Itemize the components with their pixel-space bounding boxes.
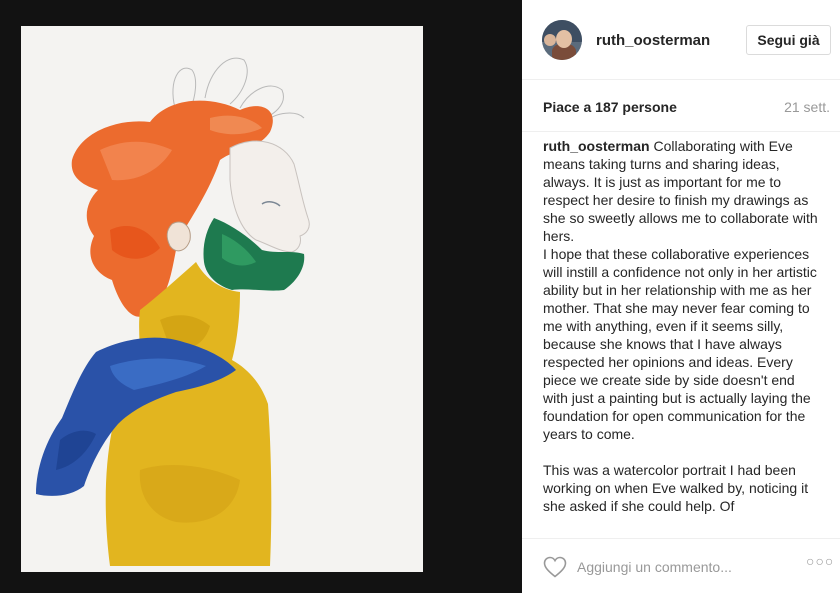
profile-avatar[interactable]: [542, 20, 582, 60]
post-timestamp[interactable]: 21 sett.: [784, 99, 830, 115]
watercolor-portrait-image: [21, 26, 423, 572]
likes-row: Piace a 187 persone 21 sett.: [522, 80, 840, 132]
username-link[interactable]: ruth_oosterman: [596, 32, 710, 49]
heart-outline-icon[interactable]: [543, 556, 567, 578]
caption-scroll-area[interactable]: ruth_oosterman Collaborating with Eve me…: [522, 132, 840, 534]
comment-bar: ○○○: [522, 538, 840, 593]
likes-count[interactable]: Piace a 187 persone: [543, 99, 677, 115]
post-caption: ruth_oosterman Collaborating with Eve me…: [543, 137, 820, 515]
instagram-post-view: ruth_oosterman Segui già Piace a 187 per…: [0, 0, 840, 593]
post-photo[interactable]: [0, 0, 522, 593]
more-options-icon[interactable]: ○○○: [806, 553, 833, 577]
caption-author-link[interactable]: ruth_oosterman: [543, 138, 650, 154]
caption-text: Collaborating with Eve means taking turn…: [543, 138, 818, 514]
post-sidebar: ruth_oosterman Segui già Piace a 187 per…: [522, 0, 840, 593]
post-header: ruth_oosterman Segui già: [522, 0, 840, 80]
following-button[interactable]: Segui già: [746, 25, 831, 55]
comment-input[interactable]: [577, 555, 787, 579]
